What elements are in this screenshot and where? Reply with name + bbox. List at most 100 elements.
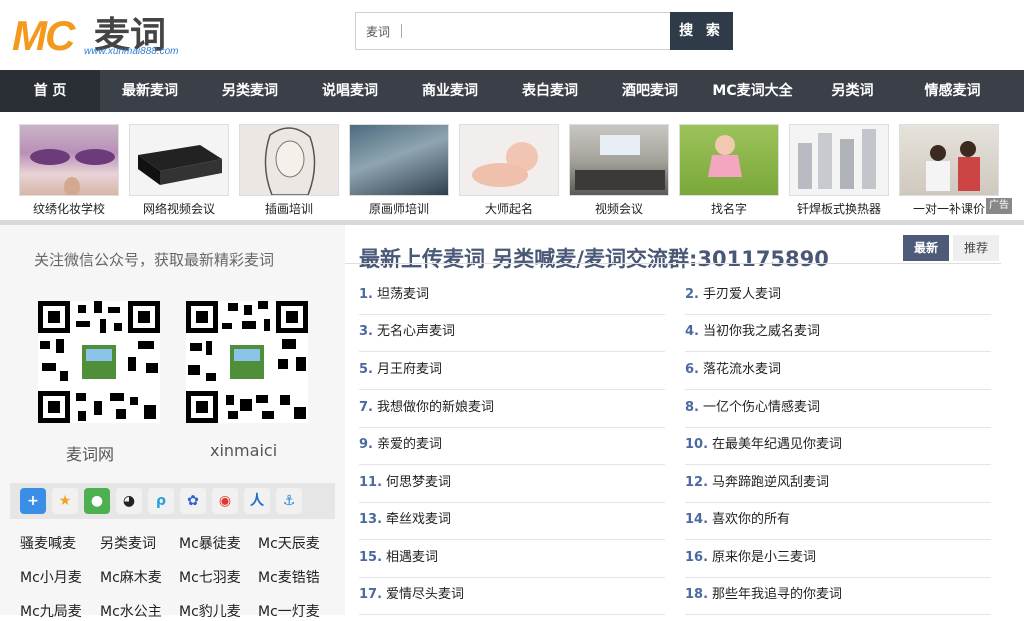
item-number: 5. [359, 362, 373, 377]
renren-icon[interactable]: 人 [244, 488, 270, 514]
list-item[interactable]: 14. 喜欢你的所有 [685, 502, 991, 540]
item-number: 10. [685, 437, 709, 452]
nav-rap[interactable]: 说唱麦词 [300, 70, 400, 112]
list-item[interactable]: 9. 亲爱的麦词 [359, 427, 665, 465]
nav-confession[interactable]: 表白麦词 [500, 70, 600, 112]
item-title: 无名心声麦词 [376, 324, 455, 339]
item-number: 1. [359, 287, 373, 302]
ad-caption: 原画师培训 [368, 202, 429, 216]
list-item[interactable]: 12. 马奔蹄跑逆风刮麦词 [685, 465, 991, 503]
nav-emotion[interactable]: 情感麦词 [900, 70, 1005, 112]
item-title: 何思梦麦词 [386, 475, 452, 490]
logo-url: www.xunmai888.com [84, 46, 179, 57]
list-item[interactable]: 3. 无名心声麦词 [359, 314, 665, 352]
share-bar: + ★ ● ◕ ρ ✿ ◉ 人 ⚓ [10, 483, 335, 519]
sidebar: 关注微信公众号，获取最新精彩麦词 麦词网 xinmaici + ★ ● ◕ ρ … [0, 225, 345, 620]
list-item[interactable]: 18. 那些年我追寻的你麦词 [685, 577, 991, 615]
video-device-photo [129, 124, 229, 196]
list-item[interactable]: 1. 坦荡麦词 [359, 277, 665, 315]
eye-makeup-photo [19, 124, 119, 196]
list-item[interactable]: 7. 我想做你的新娘麦词 [359, 390, 665, 428]
nav-latest[interactable]: 最新麦词 [100, 70, 200, 112]
ad-item[interactable]: 钎焊板式换热器 [789, 124, 889, 218]
sidebar-link[interactable]: Mc豹儿麦 [179, 601, 241, 621]
tab-recommended[interactable]: 推荐 [953, 235, 999, 261]
sketch-girl-photo [239, 124, 339, 196]
ad-caption: 视频会议 [594, 202, 643, 216]
sidebar-link[interactable]: Mc暴徒麦 [179, 533, 241, 553]
ad-item[interactable]: 插画培训 [239, 124, 339, 218]
qr-label-1: 麦词网 [66, 445, 115, 464]
ad-caption: 插画培训 [264, 202, 313, 216]
pinyin-icon[interactable]: ρ [148, 488, 174, 514]
item-title: 当初你我之威名麦词 [702, 324, 820, 339]
star-icon[interactable]: ★ [52, 488, 78, 514]
nav-mc-all[interactable]: MC麦词大全 [700, 70, 805, 112]
list-item[interactable]: 13. 牵丝戏麦词 [359, 502, 665, 540]
item-number: 13. [359, 512, 383, 527]
wechat-icon[interactable]: ● [84, 488, 110, 514]
list-item[interactable]: 2. 手刃爱人麦词 [685, 277, 991, 315]
item-title: 原来你是小三麦词 [712, 550, 817, 565]
item-title: 那些年我追寻的你麦词 [712, 587, 843, 602]
list-item[interactable]: 6. 落花流水麦词 [685, 352, 991, 390]
ad-item[interactable]: 视频会议 [569, 124, 669, 218]
item-number: 6. [685, 362, 699, 377]
site-logo[interactable]: MC 麦词 www.xunmai888.com [12, 6, 202, 62]
tutoring-photo [899, 124, 999, 196]
list-item[interactable]: 11. 何思梦麦词 [359, 465, 665, 503]
list-item[interactable]: 15. 相遇麦词 [359, 540, 665, 578]
list-item[interactable]: 8. 一亿个伤心情感麦词 [685, 390, 991, 428]
item-number: 7. [359, 400, 373, 415]
nav-business[interactable]: 商业麦词 [400, 70, 500, 112]
nav-alternative[interactable]: 另类麦词 [200, 70, 300, 112]
list-item[interactable]: 16. 原来你是小三麦词 [685, 540, 991, 578]
ad-item[interactable]: 原画师培训 [349, 124, 449, 218]
nav-alt-words[interactable]: 另类词 [805, 70, 900, 112]
item-title: 牵丝戏麦词 [386, 512, 452, 527]
sidebar-link[interactable]: 另类麦词 [100, 533, 156, 553]
baidu-icon[interactable]: ✿ [180, 488, 206, 514]
item-title: 马奔蹄跑逆风刮麦词 [712, 475, 830, 490]
search-button[interactable]: 搜 索 [670, 12, 733, 50]
list-item[interactable]: 4. 当初你我之威名麦词 [685, 314, 991, 352]
ad-item[interactable]: 找名字 [679, 124, 779, 218]
sidebar-link[interactable]: Mc麦锆锆 [258, 567, 320, 587]
sidebar-link[interactable]: Mc七羽麦 [179, 567, 241, 587]
sidebar-link[interactable]: Mc麻木麦 [100, 567, 162, 587]
sidebar-link[interactable]: Mc九局麦 [20, 601, 82, 621]
item-title: 一亿个伤心情感麦词 [702, 400, 820, 415]
list-item[interactable]: 10. 在最美年纪遇见你麦词 [685, 427, 991, 465]
ad-tag[interactable]: 广告 [986, 198, 1012, 214]
ad-item[interactable]: 网络视频会议 [129, 124, 229, 218]
sidebar-link[interactable]: 骚麦喊麦 [20, 533, 76, 553]
nav-bar[interactable]: 酒吧麦词 [600, 70, 700, 112]
ad-item[interactable]: 大师起名 [459, 124, 559, 218]
sidebar-link[interactable]: Mc水公主 [100, 601, 162, 621]
item-number: 15. [359, 550, 383, 565]
qzone-icon[interactable]: ⚓ [276, 488, 302, 514]
main-content: 最新上传麦词 另类喊麦/麦词交流群:301175890 最新 推荐 1. 坦荡麦词… [345, 225, 1024, 615]
list-tabs: 最新 推荐 [903, 235, 1001, 263]
search-input[interactable]: 麦词 [355, 12, 671, 50]
item-title: 坦荡麦词 [376, 287, 429, 302]
sidebar-link[interactable]: Mc天辰麦 [258, 533, 320, 553]
list-item[interactable]: 5. 月王府麦词 [359, 352, 665, 390]
item-title: 爱情尽头麦词 [386, 587, 465, 602]
plus-icon[interactable]: + [20, 488, 46, 514]
list-item[interactable]: 17. 爱情尽头麦词 [359, 577, 665, 615]
item-number: 17. [359, 587, 383, 602]
text-caret [401, 24, 402, 38]
nav-home[interactable]: 首 页 [0, 70, 100, 112]
tab-latest[interactable]: 最新 [903, 235, 949, 261]
fantasy-art-photo [349, 124, 449, 196]
item-number: 14. [685, 512, 709, 527]
main-nav: 首 页 最新麦词 另类麦词 说唱麦词 商业麦词 表白麦词 酒吧麦词 MC麦词大全… [0, 70, 1024, 112]
ad-item[interactable]: 纹绣化妆学校 [19, 124, 119, 218]
weibo-icon[interactable]: ◉ [212, 488, 238, 514]
sidebar-link[interactable]: Mc一灯麦 [258, 601, 320, 621]
item-number: 11. [359, 475, 383, 490]
ad-item[interactable]: 一对一补课价 [899, 124, 999, 218]
sidebar-link[interactable]: Mc小月麦 [20, 567, 82, 587]
qq-icon[interactable]: ◕ [116, 488, 142, 514]
